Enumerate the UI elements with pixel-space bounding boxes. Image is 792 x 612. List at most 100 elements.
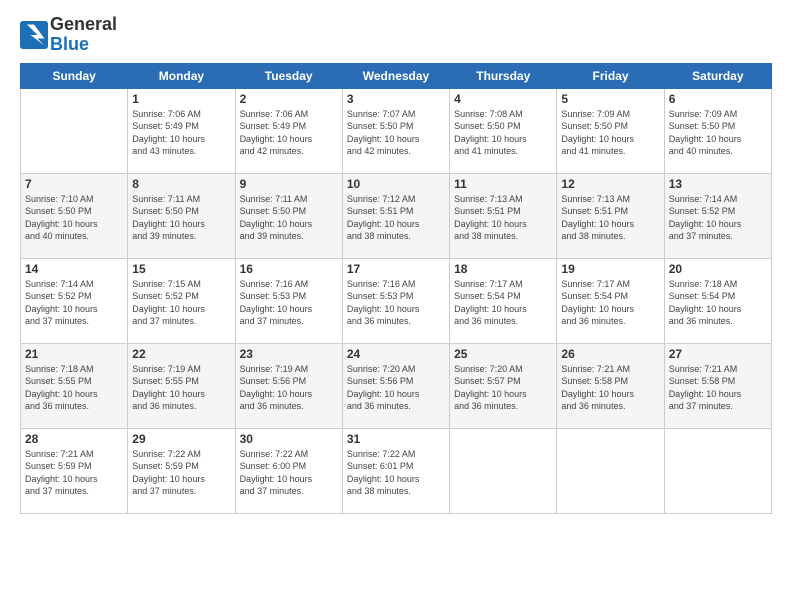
calendar-cell: 27 Sunrise: 7:21 AM Sunset: 5:58 PM Dayli… — [664, 343, 771, 428]
day-number: 18 — [454, 262, 552, 276]
calendar-cell: 3 Sunrise: 7:07 AM Sunset: 5:50 PM Daylig… — [342, 88, 449, 173]
calendar-week-0: 1 Sunrise: 7:06 AM Sunset: 5:49 PM Daylig… — [21, 88, 772, 173]
weekday-sunday: Sunday — [21, 63, 128, 88]
day-number: 12 — [561, 177, 659, 191]
calendar-cell: 17 Sunrise: 7:16 AM Sunset: 5:53 PM Dayli… — [342, 258, 449, 343]
day-number: 31 — [347, 432, 445, 446]
calendar-cell: 10 Sunrise: 7:12 AM Sunset: 5:51 PM Dayli… — [342, 173, 449, 258]
calendar-cell: 7 Sunrise: 7:10 AM Sunset: 5:50 PM Daylig… — [21, 173, 128, 258]
day-number: 24 — [347, 347, 445, 361]
day-info: Sunrise: 7:20 AM Sunset: 5:57 PM Dayligh… — [454, 363, 552, 413]
day-info: Sunrise: 7:22 AM Sunset: 5:59 PM Dayligh… — [132, 448, 230, 498]
calendar-cell: 31 Sunrise: 7:22 AM Sunset: 6:01 PM Dayli… — [342, 428, 449, 513]
calendar-cell — [664, 428, 771, 513]
day-info: Sunrise: 7:19 AM Sunset: 5:56 PM Dayligh… — [240, 363, 338, 413]
day-number: 6 — [669, 92, 767, 106]
calendar-cell: 9Sunrise: 7:11 AM Sunset: 5:50 PM Daylig… — [235, 173, 342, 258]
weekday-monday: Monday — [128, 63, 235, 88]
day-number: 2 — [240, 92, 338, 106]
day-info: Sunrise: 7:21 AM Sunset: 5:59 PM Dayligh… — [25, 448, 123, 498]
day-number: 22 — [132, 347, 230, 361]
weekday-wednesday: Wednesday — [342, 63, 449, 88]
logo-icon — [20, 21, 48, 49]
calendar-cell: 24 Sunrise: 7:20 AM Sunset: 5:56 PM Dayli… — [342, 343, 449, 428]
weekday-saturday: Saturday — [664, 63, 771, 88]
day-number: 25 — [454, 347, 552, 361]
day-number: 3 — [347, 92, 445, 106]
calendar-cell: 29 Sunrise: 7:22 AM Sunset: 5:59 PM Dayli… — [128, 428, 235, 513]
day-number: 14 — [25, 262, 123, 276]
day-info: Sunrise: 7:21 AM Sunset: 5:58 PM Dayligh… — [669, 363, 767, 413]
day-info: Sunrise: 7:15 AM Sunset: 5:52 PM Dayligh… — [132, 278, 230, 328]
day-number: 9 — [240, 177, 338, 191]
day-number: 11 — [454, 177, 552, 191]
day-number: 23 — [240, 347, 338, 361]
calendar-week-4: 28 Sunrise: 7:21 AM Sunset: 5:59 PM Dayli… — [21, 428, 772, 513]
day-number: 10 — [347, 177, 445, 191]
day-info: Sunrise: 7:12 AM Sunset: 5:51 PM Dayligh… — [347, 193, 445, 243]
day-number: 29 — [132, 432, 230, 446]
day-number: 26 — [561, 347, 659, 361]
calendar-cell: 30 Sunrise: 7:22 AM Sunset: 6:00 PM Dayli… — [235, 428, 342, 513]
day-number: 28 — [25, 432, 123, 446]
calendar-cell: 19 Sunrise: 7:17 AM Sunset: 5:54 PM Dayli… — [557, 258, 664, 343]
day-info: Sunrise: 7:10 AM Sunset: 5:50 PM Dayligh… — [25, 193, 123, 243]
day-number: 21 — [25, 347, 123, 361]
calendar-cell: 20Sunrise: 7:18 AM Sunset: 5:54 PM Dayli… — [664, 258, 771, 343]
weekday-tuesday: Tuesday — [235, 63, 342, 88]
day-info: Sunrise: 7:17 AM Sunset: 5:54 PM Dayligh… — [454, 278, 552, 328]
calendar-cell: 26 Sunrise: 7:21 AM Sunset: 5:58 PM Dayli… — [557, 343, 664, 428]
calendar-week-2: 14 Sunrise: 7:14 AM Sunset: 5:52 PM Dayli… — [21, 258, 772, 343]
calendar-cell: 21Sunrise: 7:18 AM Sunset: 5:55 PM Dayli… — [21, 343, 128, 428]
day-info: Sunrise: 7:06 AM Sunset: 5:49 PM Dayligh… — [240, 108, 338, 158]
day-number: 16 — [240, 262, 338, 276]
day-number: 30 — [240, 432, 338, 446]
calendar-cell: 2 Sunrise: 7:06 AM Sunset: 5:49 PM Daylig… — [235, 88, 342, 173]
day-number: 8 — [132, 177, 230, 191]
calendar-cell — [21, 88, 128, 173]
day-info: Sunrise: 7:07 AM Sunset: 5:50 PM Dayligh… — [347, 108, 445, 158]
calendar-cell: 14 Sunrise: 7:14 AM Sunset: 5:52 PM Dayli… — [21, 258, 128, 343]
calendar-cell: 13Sunrise: 7:14 AM Sunset: 5:52 PM Dayli… — [664, 173, 771, 258]
logo-text: GeneralBlue — [50, 15, 117, 55]
day-number: 7 — [25, 177, 123, 191]
day-info: Sunrise: 7:13 AM Sunset: 5:51 PM Dayligh… — [454, 193, 552, 243]
calendar-table: SundayMondayTuesdayWednesdayThursdayFrid… — [20, 63, 772, 514]
weekday-thursday: Thursday — [450, 63, 557, 88]
calendar-cell: 15Sunrise: 7:15 AM Sunset: 5:52 PM Dayli… — [128, 258, 235, 343]
day-number: 27 — [669, 347, 767, 361]
calendar-cell: 4 Sunrise: 7:08 AM Sunset: 5:50 PM Daylig… — [450, 88, 557, 173]
calendar-cell — [450, 428, 557, 513]
day-number: 4 — [454, 92, 552, 106]
day-info: Sunrise: 7:16 AM Sunset: 5:53 PM Dayligh… — [347, 278, 445, 328]
day-number: 5 — [561, 92, 659, 106]
day-number: 17 — [347, 262, 445, 276]
page: GeneralBlue SundayMondayTuesdayWednesday… — [0, 0, 792, 612]
day-info: Sunrise: 7:09 AM Sunset: 5:50 PM Dayligh… — [561, 108, 659, 158]
calendar-cell: 18 Sunrise: 7:17 AM Sunset: 5:54 PM Dayli… — [450, 258, 557, 343]
calendar-cell: 16Sunrise: 7:16 AM Sunset: 5:53 PM Dayli… — [235, 258, 342, 343]
calendar-cell: 11 Sunrise: 7:13 AM Sunset: 5:51 PM Dayli… — [450, 173, 557, 258]
calendar-body: 1 Sunrise: 7:06 AM Sunset: 5:49 PM Daylig… — [21, 88, 772, 513]
day-info: Sunrise: 7:14 AM Sunset: 5:52 PM Dayligh… — [25, 278, 123, 328]
calendar-cell: 25 Sunrise: 7:20 AM Sunset: 5:57 PM Dayli… — [450, 343, 557, 428]
weekday-friday: Friday — [557, 63, 664, 88]
day-info: Sunrise: 7:17 AM Sunset: 5:54 PM Dayligh… — [561, 278, 659, 328]
day-info: Sunrise: 7:22 AM Sunset: 6:00 PM Dayligh… — [240, 448, 338, 498]
calendar-week-3: 21Sunrise: 7:18 AM Sunset: 5:55 PM Dayli… — [21, 343, 772, 428]
day-info: Sunrise: 7:21 AM Sunset: 5:58 PM Dayligh… — [561, 363, 659, 413]
day-number: 19 — [561, 262, 659, 276]
calendar-cell: 8 Sunrise: 7:11 AM Sunset: 5:50 PM Daylig… — [128, 173, 235, 258]
logo: GeneralBlue — [20, 15, 117, 55]
day-info: Sunrise: 7:11 AM Sunset: 5:50 PM Dayligh… — [132, 193, 230, 243]
day-info: Sunrise: 7:06 AM Sunset: 5:49 PM Dayligh… — [132, 108, 230, 158]
day-info: Sunrise: 7:14 AM Sunset: 5:52 PM Dayligh… — [669, 193, 767, 243]
day-number: 1 — [132, 92, 230, 106]
calendar-cell: 5 Sunrise: 7:09 AM Sunset: 5:50 PM Daylig… — [557, 88, 664, 173]
day-info: Sunrise: 7:08 AM Sunset: 5:50 PM Dayligh… — [454, 108, 552, 158]
day-info: Sunrise: 7:20 AM Sunset: 5:56 PM Dayligh… — [347, 363, 445, 413]
weekday-header-row: SundayMondayTuesdayWednesdayThursdayFrid… — [21, 63, 772, 88]
day-info: Sunrise: 7:09 AM Sunset: 5:50 PM Dayligh… — [669, 108, 767, 158]
day-info: Sunrise: 7:22 AM Sunset: 6:01 PM Dayligh… — [347, 448, 445, 498]
calendar-cell: 28 Sunrise: 7:21 AM Sunset: 5:59 PM Dayli… — [21, 428, 128, 513]
